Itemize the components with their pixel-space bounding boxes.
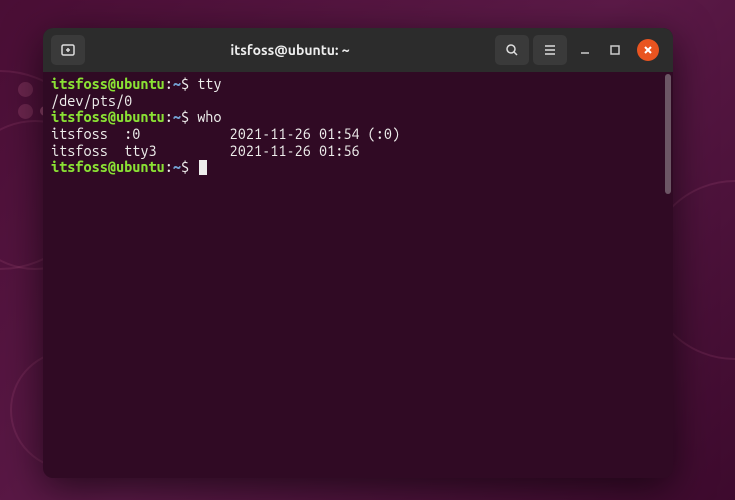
prompt-separator: : bbox=[165, 158, 173, 175]
search-button[interactable] bbox=[495, 35, 529, 65]
cursor bbox=[199, 160, 207, 175]
terminal-line: itsfoss :0 2021-11-26 01:54 (:0) bbox=[51, 126, 665, 143]
prompt-userhost: itsfoss@ubuntu bbox=[51, 75, 165, 92]
prompt-path: ~ bbox=[173, 108, 181, 125]
prompt-symbol: $ bbox=[181, 108, 197, 125]
hamburger-icon bbox=[542, 42, 558, 58]
prompt-symbol: $ bbox=[181, 158, 197, 175]
close-icon bbox=[643, 45, 653, 55]
scrollbar[interactable] bbox=[665, 74, 671, 194]
minimize-button[interactable] bbox=[577, 42, 593, 58]
prompt-symbol: $ bbox=[181, 75, 197, 92]
prompt-separator: : bbox=[165, 75, 173, 92]
terminal-body[interactable]: itsfoss@ubuntu:~$ tty/dev/pts/0itsfoss@u… bbox=[43, 72, 673, 478]
terminal-line: itsfoss@ubuntu:~$ who bbox=[51, 109, 665, 126]
menu-button[interactable] bbox=[533, 35, 567, 65]
prompt-userhost: itsfoss@ubuntu bbox=[51, 158, 165, 175]
maximize-button[interactable] bbox=[607, 42, 623, 58]
prompt-userhost: itsfoss@ubuntu bbox=[51, 108, 165, 125]
output-text: itsfoss tty3 2021-11-26 01:56 bbox=[51, 142, 360, 159]
window-title: itsfoss@ubuntu: ~ bbox=[89, 42, 491, 58]
title-bar: itsfoss@ubuntu: ~ bbox=[43, 28, 673, 72]
terminal-line: itsfoss@ubuntu:~$ bbox=[51, 159, 665, 176]
terminal-line: /dev/pts/0 bbox=[51, 93, 665, 110]
new-tab-button[interactable] bbox=[51, 35, 85, 65]
window-controls bbox=[571, 39, 665, 61]
close-button[interactable] bbox=[637, 39, 659, 61]
prompt-path: ~ bbox=[173, 75, 181, 92]
prompt-separator: : bbox=[165, 108, 173, 125]
output-text: /dev/pts/0 bbox=[51, 92, 132, 109]
minimize-icon bbox=[579, 44, 591, 56]
search-icon bbox=[504, 42, 520, 58]
prompt-path: ~ bbox=[173, 158, 181, 175]
maximize-icon bbox=[610, 45, 620, 55]
terminal-window: itsfoss@ubuntu: ~ bbox=[43, 28, 673, 478]
new-tab-icon bbox=[60, 42, 76, 58]
command-text: who bbox=[197, 108, 221, 125]
output-text: itsfoss :0 2021-11-26 01:54 (:0) bbox=[51, 125, 400, 142]
command-text: tty bbox=[197, 75, 221, 92]
terminal-line: itsfoss tty3 2021-11-26 01:56 bbox=[51, 143, 665, 160]
terminal-line: itsfoss@ubuntu:~$ tty bbox=[51, 76, 665, 93]
